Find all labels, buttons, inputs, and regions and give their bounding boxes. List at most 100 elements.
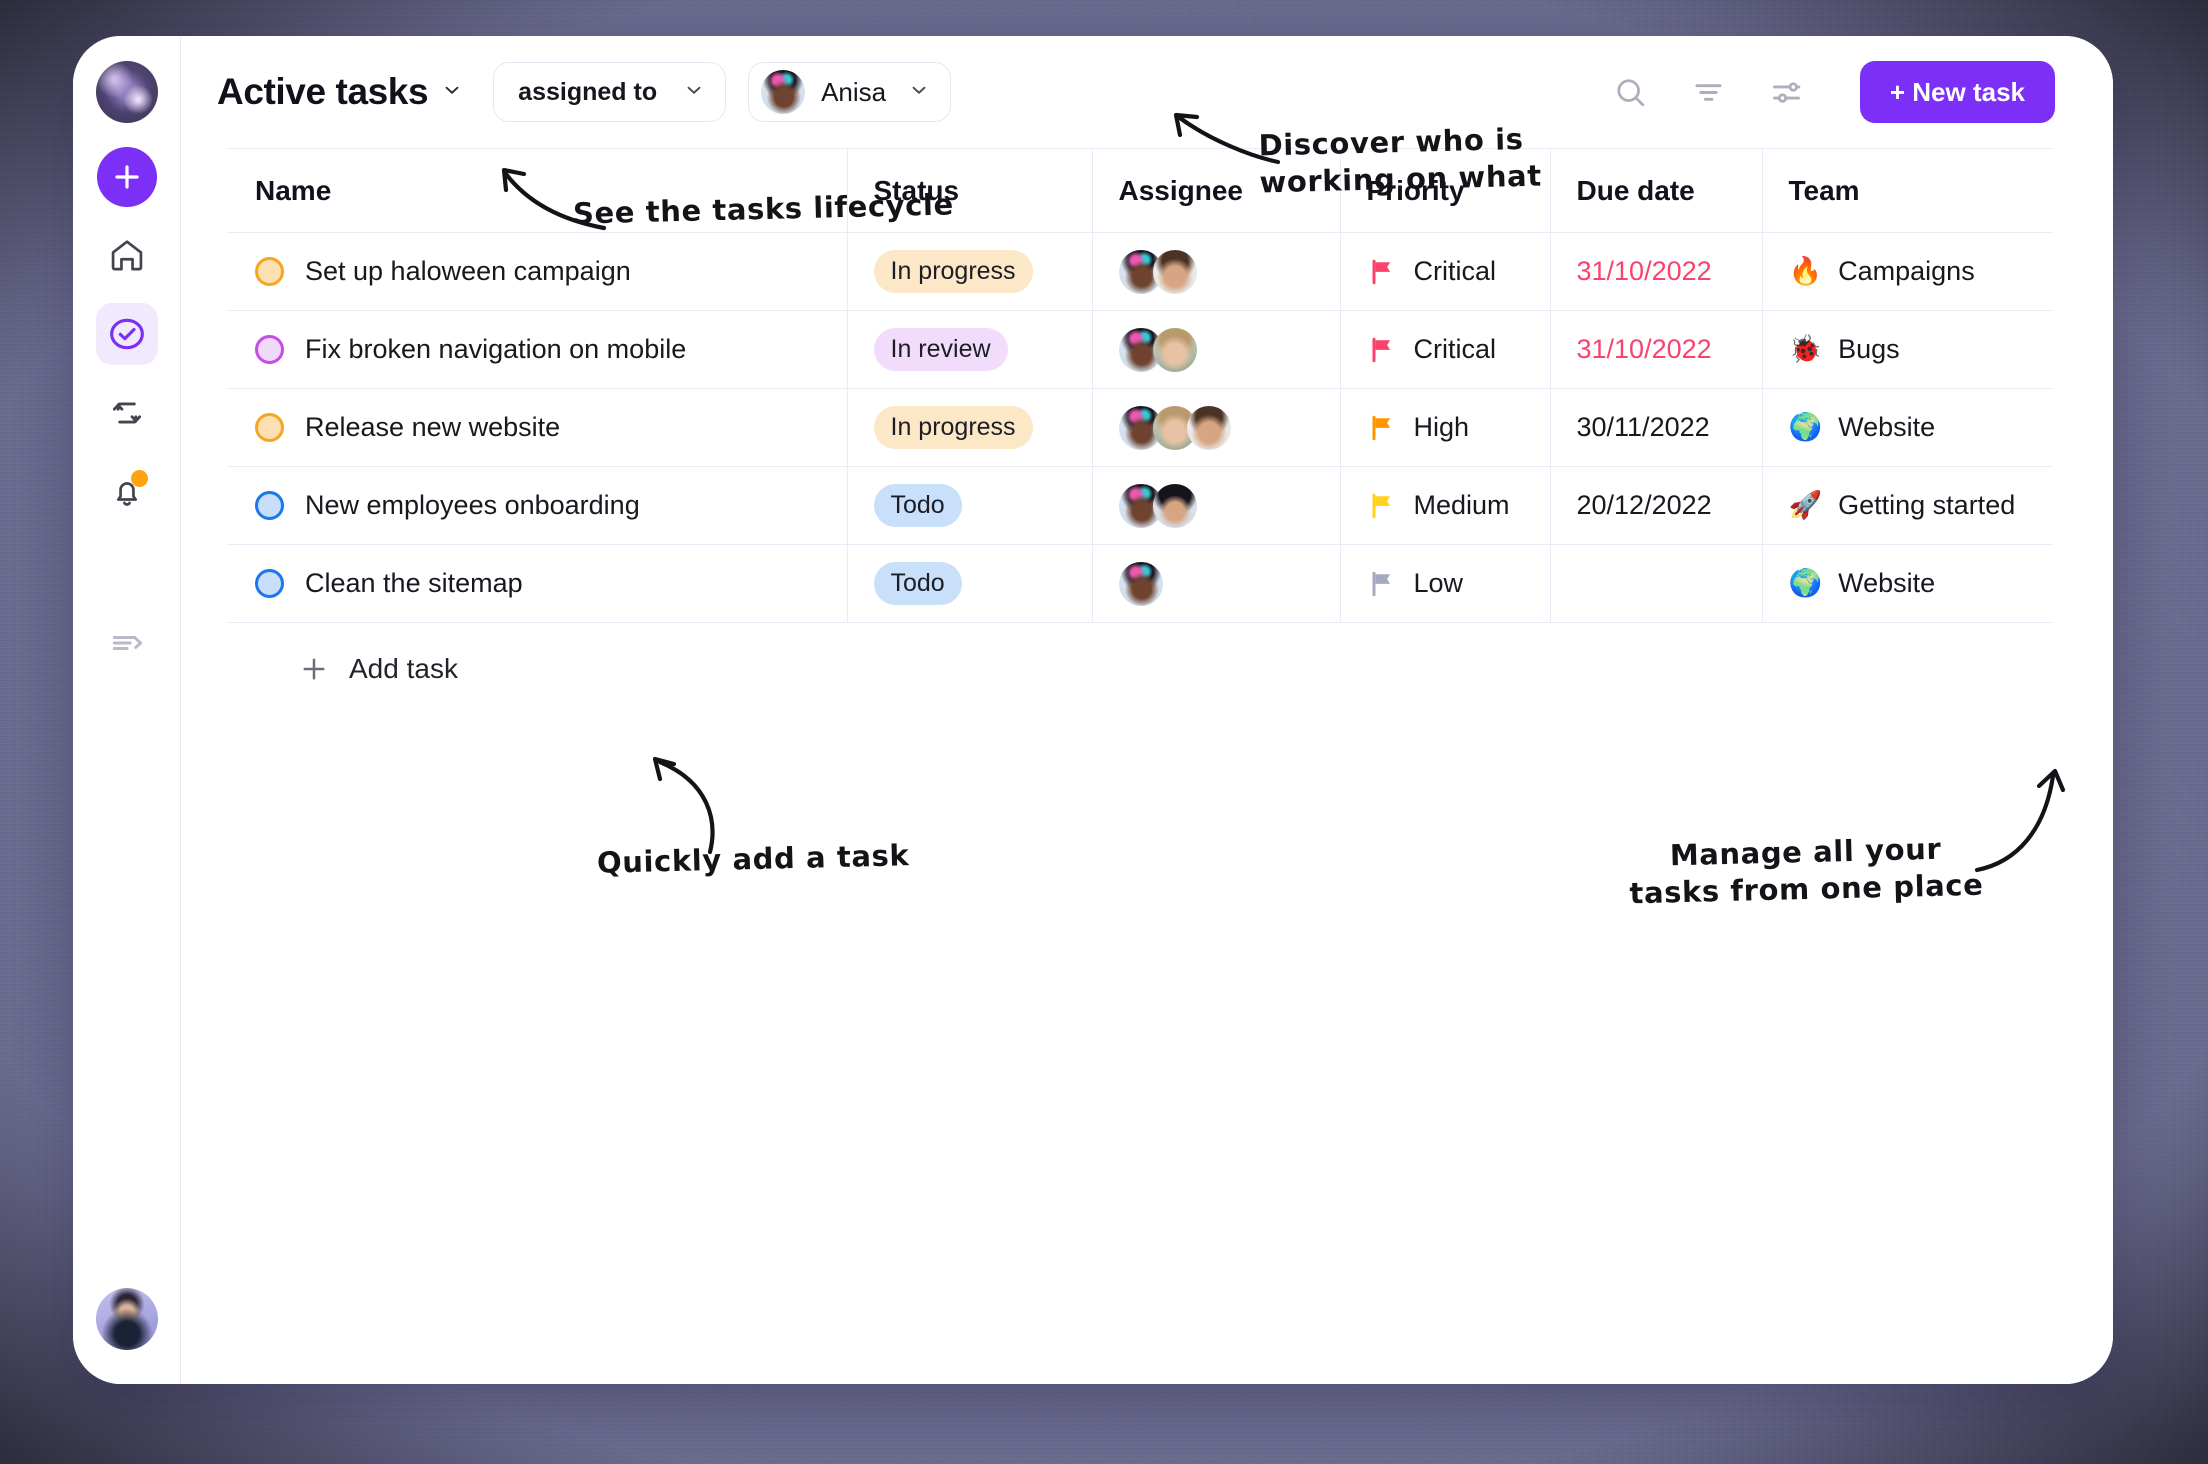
avatar[interactable] (1152, 249, 1197, 294)
cell-due-date[interactable]: 31/10/2022 (1549, 310, 1762, 389)
cell-assignee[interactable] (1091, 232, 1340, 311)
new-task-button[interactable]: + New task (1859, 61, 2055, 123)
cell-priority[interactable]: Critical (1339, 310, 1550, 389)
workspace-avatar[interactable] (95, 61, 158, 123)
avatar[interactable] (1152, 483, 1197, 528)
cell-priority[interactable]: Critical (1339, 232, 1550, 311)
cell-due-date[interactable] (1549, 544, 1762, 623)
column-header-priority[interactable]: Priority (1339, 148, 1550, 233)
team-cell: 🌍 Website (1789, 412, 2054, 443)
page-title: Active tasks (217, 71, 429, 112)
table-row[interactable]: Release new website In progress High 30/11/… (227, 388, 2054, 467)
column-header-assignee[interactable]: Assignee (1091, 148, 1340, 233)
cell-name[interactable]: Release new website (227, 388, 847, 467)
avatar (761, 70, 806, 114)
cell-assignee[interactable] (1091, 544, 1340, 623)
tasks-table: Name Status Assignee Priority Due date T… (227, 148, 2053, 623)
sidebar-item-notifications[interactable] (96, 461, 158, 523)
cell-status[interactable]: Todo (846, 544, 1092, 623)
add-task-button[interactable]: Add task (227, 623, 458, 715)
cell-assignee[interactable] (1091, 310, 1340, 389)
table-body: Set up haloween campaign In progress Criti… (227, 232, 2054, 623)
table-row[interactable]: Set up haloween campaign In progress Criti… (227, 232, 2054, 311)
cell-status[interactable]: Todo (846, 466, 1092, 545)
flag-icon (1372, 493, 1390, 518)
cell-name[interactable]: New employees onboarding (227, 466, 847, 545)
cell-team[interactable]: 🌍 Website (1761, 388, 2054, 467)
sidebar-item-sync[interactable] (96, 382, 158, 444)
due-date-label: 20/12/2022 (1576, 490, 1712, 520)
assigned-to-label: assigned to (518, 77, 658, 106)
cell-due-date[interactable]: 31/10/2022 (1549, 232, 1762, 311)
cell-team[interactable]: 🌍 Website (1761, 544, 2053, 623)
assigned-to-dropdown[interactable]: assigned to (493, 62, 727, 122)
task-name-cell: New employees onboarding (255, 490, 847, 521)
sidebar-item-tasks[interactable] (95, 303, 158, 365)
chevron-down-icon (683, 79, 705, 106)
table-row[interactable]: Fix broken navigation on mobile In review… (227, 310, 2054, 389)
team-emoji-icon: 🐞 (1788, 334, 1823, 364)
cell-name[interactable]: Clean the sitemap (227, 544, 847, 623)
flag-icon (1372, 337, 1390, 362)
current-user-avatar[interactable] (95, 1288, 158, 1350)
task-name-label: Set up haloween campaign (305, 256, 631, 286)
team-emoji-icon: 🚀 (1788, 490, 1823, 520)
search-button[interactable] (1604, 65, 1658, 119)
column-header-status[interactable]: Status (846, 148, 1092, 233)
cell-assignee[interactable] (1091, 466, 1340, 545)
assignee-avatar-stack (1118, 327, 1340, 372)
priority-cell: Medium (1367, 490, 1550, 521)
cell-due-date[interactable]: 30/11/2022 (1549, 388, 1762, 467)
task-status-dot[interactable] (255, 491, 284, 520)
team-emoji-icon: 🌍 (1788, 412, 1823, 442)
team-cell: 🐞 Bugs (1789, 334, 2054, 365)
sidebar-rail (73, 36, 181, 1384)
sidebar-item-home[interactable] (96, 224, 158, 286)
filter-button[interactable] (1682, 65, 1736, 119)
table-row[interactable]: Clean the sitemap Todo Low 🌍 Website (227, 544, 2053, 623)
due-date-label: 30/11/2022 (1576, 412, 1710, 442)
user-filter-dropdown[interactable]: Anisa (748, 62, 952, 122)
task-status-dot[interactable] (255, 413, 284, 442)
cell-name[interactable]: Fix broken navigation on mobile (227, 310, 847, 389)
cell-team[interactable]: 🔥 Campaigns (1761, 232, 2054, 311)
avatar[interactable] (1152, 327, 1197, 372)
priority-cell: Critical (1367, 256, 1550, 287)
status-badge: In review (873, 328, 1008, 371)
cell-due-date[interactable]: 20/12/2022 (1549, 466, 1762, 545)
task-status-dot[interactable] (255, 257, 284, 286)
column-header-due-date[interactable]: Due date (1549, 148, 1762, 233)
table-row[interactable]: New employees onboarding Todo Medium 20/12/… (227, 466, 2053, 545)
cell-team[interactable]: 🚀 Getting started (1761, 466, 2053, 545)
column-header-team[interactable]: Team (1761, 148, 2053, 233)
app-window: Active tasks assigned to Anisa + New tas… (73, 36, 2113, 1384)
flag-icon (1372, 259, 1390, 284)
team-label: Bugs (1838, 334, 1900, 364)
cell-status[interactable]: In review (846, 310, 1092, 389)
cell-team[interactable]: 🐞 Bugs (1761, 310, 2054, 389)
sidebar-expand-toggle[interactable] (96, 612, 158, 674)
main-pane: Active tasks assigned to Anisa + New tas… (181, 36, 2113, 1384)
cell-status[interactable]: In progress (846, 388, 1092, 467)
cell-priority[interactable]: High (1339, 388, 1550, 467)
cell-status[interactable]: In progress (846, 232, 1092, 311)
team-cell: 🔥 Campaigns (1789, 256, 2054, 287)
annotation-arrow-manage (1974, 768, 2066, 873)
column-header-name[interactable]: Name (227, 148, 847, 233)
cell-priority[interactable]: Low (1339, 544, 1550, 623)
cell-assignee[interactable] (1091, 388, 1340, 467)
title-chevron-down-icon[interactable] (441, 79, 463, 106)
sync-icon (112, 402, 141, 424)
avatar[interactable] (1186, 405, 1231, 450)
avatar[interactable] (1118, 561, 1163, 606)
create-button[interactable] (96, 147, 157, 207)
task-status-dot[interactable] (255, 569, 284, 598)
assignee-avatar-stack (1118, 405, 1340, 450)
assignee-avatar-stack (1118, 483, 1340, 528)
cell-priority[interactable]: Medium (1339, 466, 1550, 545)
plus-icon (114, 165, 139, 189)
task-status-dot[interactable] (255, 335, 284, 364)
settings-button[interactable] (1760, 65, 1814, 119)
cell-name[interactable]: Set up haloween campaign (227, 232, 847, 311)
task-name-cell: Clean the sitemap (255, 568, 847, 599)
